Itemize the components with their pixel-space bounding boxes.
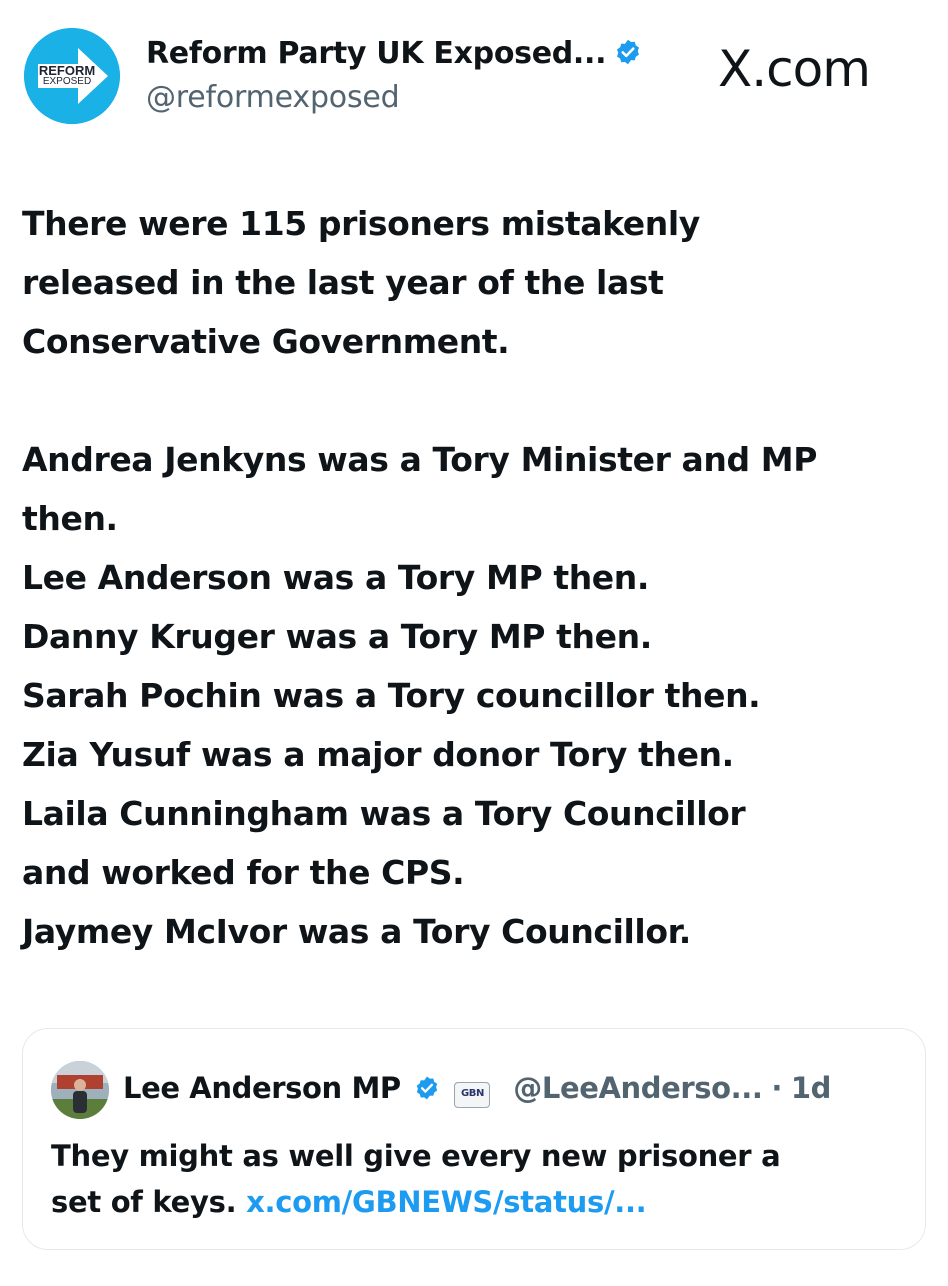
gbnews-affiliation-badge[interactable]: GBN	[454, 1082, 491, 1108]
author-name-text: Reform Party UK Exposed...	[146, 36, 607, 71]
tweet-line: released in the last year of the last	[22, 263, 664, 302]
tweet-line: Jaymey McIvor was a Tory Councillor.	[22, 912, 691, 951]
verified-badge-icon	[614, 38, 642, 74]
quoted-author-avatar[interactable]	[51, 1061, 109, 1119]
author-display-name[interactable]: Reform Party UK Exposed...	[146, 36, 642, 74]
quoted-timestamp[interactable]: 1d	[791, 1071, 832, 1105]
quoted-text-line1: They might as well give every new prison…	[51, 1139, 781, 1173]
tweet-line: Danny Kruger was a Tory MP then.	[22, 617, 652, 656]
quoted-tweet-card[interactable]: Lee Anderson MP GBN @LeeAnderso... · 1d …	[22, 1028, 926, 1250]
quoted-text: They might as well give every new prison…	[51, 1133, 901, 1225]
quoted-avatar-photo-icon	[51, 1061, 109, 1119]
tweet-line: Lee Anderson was a Tory MP then.	[22, 558, 649, 597]
avatar-text-bottom: EXPOSED	[42, 76, 92, 87]
avatar-logo-text: REFORM EXPOSED	[38, 63, 96, 87]
author-handle[interactable]: @reformexposed	[146, 80, 400, 115]
tweet-line: Sarah Pochin was a Tory councillor then.	[22, 676, 761, 715]
tweet[interactable]: REFORM EXPOSED Reform Party UK Exposed..…	[0, 0, 948, 1286]
tweet-line: Laila Cunningham was a Tory Councillor	[22, 794, 746, 833]
quoted-header: Lee Anderson MP GBN @LeeAnderso... · 1d	[123, 1071, 831, 1108]
tweet-line: There were 115 prisoners mistakenly	[22, 204, 700, 243]
author-avatar[interactable]: REFORM EXPOSED	[24, 28, 120, 124]
quoted-handle[interactable]: @LeeAnderso...	[513, 1071, 763, 1105]
quoted-separator: ·	[771, 1071, 782, 1105]
x-com-watermark: X.com	[718, 40, 871, 98]
tweet-line: Zia Yusuf was a major donor Tory then.	[22, 735, 734, 774]
quoted-link[interactable]: x.com/GBNEWS/status/...	[246, 1185, 647, 1219]
quoted-display-name[interactable]: Lee Anderson MP	[123, 1071, 401, 1105]
tweet-line: then.	[22, 499, 118, 538]
avatar-text-top: REFORM	[38, 63, 96, 78]
tweet-line: and worked for the CPS.	[22, 853, 465, 892]
tweet-text: There were 115 prisoners mistakenly rele…	[22, 194, 932, 961]
tweet-line: Conservative Government.	[22, 322, 510, 361]
quoted-text-line2: set of keys.	[51, 1185, 237, 1219]
tweet-line: Andrea Jenkyns was a Tory Minister and M…	[22, 440, 818, 479]
quoted-verified-badge-icon	[414, 1074, 440, 1108]
